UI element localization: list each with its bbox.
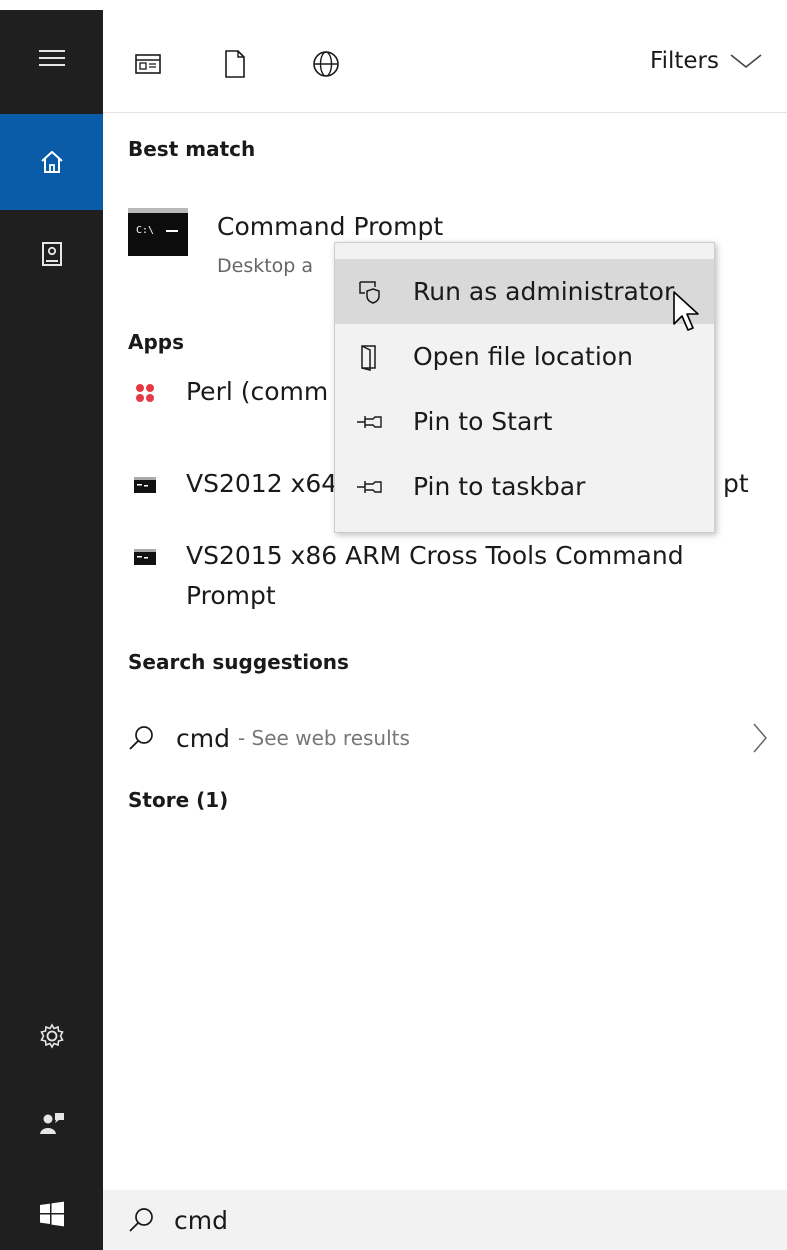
- search-results-panel: Filters Best match C:\ Command Prompt De…: [103, 10, 787, 1190]
- menu-item-run-as-administrator[interactable]: Run as administrator: [335, 259, 714, 324]
- section-apps: Apps: [128, 330, 185, 354]
- rail-feedback-button[interactable]: [0, 1076, 103, 1172]
- best-match-subtitle: Desktop a: [217, 255, 314, 277]
- gear-icon: [39, 1023, 64, 1049]
- search-icon: [129, 726, 153, 750]
- menu-item-pin-to-start[interactable]: Pin to Start: [335, 389, 714, 454]
- command-prompt-icon: C:\: [128, 208, 188, 256]
- context-menu: Run as administrator Open file location …: [334, 242, 715, 533]
- start-button[interactable]: [0, 1178, 103, 1250]
- left-rail: [0, 10, 103, 1250]
- pin-icon: [355, 407, 385, 437]
- console-icon: [128, 542, 162, 572]
- rail-settings-button[interactable]: [0, 988, 103, 1084]
- best-match-title[interactable]: Command Prompt: [217, 212, 443, 241]
- documents-filter-icon: [225, 50, 245, 78]
- section-store[interactable]: Store (1): [128, 788, 228, 812]
- menu-item-open-file-location[interactable]: Open file location: [335, 324, 714, 389]
- suggestion-hint: - See web results: [237, 726, 410, 750]
- chevron-right-icon: [753, 723, 767, 753]
- perl-icon: [128, 378, 162, 408]
- filters-dropdown[interactable]: Filters: [650, 48, 763, 74]
- filter-bar: Filters: [103, 10, 787, 113]
- app-item-perl[interactable]: Perl (comm: [128, 372, 328, 412]
- rail-notebook-button[interactable]: [0, 206, 103, 302]
- home-icon: [40, 150, 63, 173]
- rail-home-button[interactable]: [0, 114, 103, 210]
- svg-text:C:\: C:\: [136, 225, 154, 236]
- web-filter-button[interactable]: [308, 46, 344, 82]
- rail-menu-button[interactable]: [0, 10, 103, 106]
- section-search-suggestions: Search suggestions: [128, 650, 349, 674]
- search-icon: [129, 1208, 153, 1232]
- app-label-line2: Prompt: [186, 581, 276, 610]
- app-item-vs2015[interactable]: VS2015 x86 ARM Cross Tools Command Promp…: [128, 536, 684, 616]
- search-input[interactable]: [174, 1205, 734, 1235]
- menu-item-label: Pin to Start: [413, 407, 553, 436]
- menu-item-label: Run as administrator: [413, 277, 675, 306]
- search-box[interactable]: [103, 1190, 787, 1250]
- app-item-vs2012[interactable]: VS2012 x64: [128, 464, 337, 504]
- folder-open-icon: [355, 342, 385, 372]
- mouse-cursor-icon: [673, 291, 699, 331]
- apps-filter-button[interactable]: [130, 46, 166, 82]
- web-suggestion-row[interactable]: cmd - See web results: [128, 716, 768, 760]
- app-label: Perl (comm: [186, 377, 329, 406]
- shield-icon: [355, 277, 385, 307]
- suggestion-query: cmd: [176, 723, 230, 753]
- section-best-match: Best match: [128, 137, 256, 161]
- filters-label: Filters: [650, 48, 719, 74]
- notebook-icon: [41, 242, 62, 266]
- apps-filter-icon: [135, 54, 161, 74]
- menu-item-label: Open file location: [413, 342, 633, 371]
- console-icon: [128, 470, 162, 500]
- feedback-icon: [39, 1113, 64, 1134]
- web-filter-icon: [313, 51, 339, 77]
- app-label: VS2015 x86 ARM Cross Tools Command: [186, 541, 684, 570]
- windows-logo-icon: [39, 1201, 64, 1227]
- app-label: VS2012 x64: [186, 469, 338, 498]
- app-label-tail: pt: [723, 469, 749, 498]
- documents-filter-button[interactable]: [217, 46, 253, 82]
- menu-item-label: Pin to taskbar: [413, 472, 586, 501]
- pin-icon: [355, 472, 385, 502]
- menu-item-pin-to-taskbar[interactable]: Pin to taskbar: [335, 454, 714, 519]
- hamburger-icon: [38, 50, 65, 66]
- chevron-down-icon: [730, 54, 762, 69]
